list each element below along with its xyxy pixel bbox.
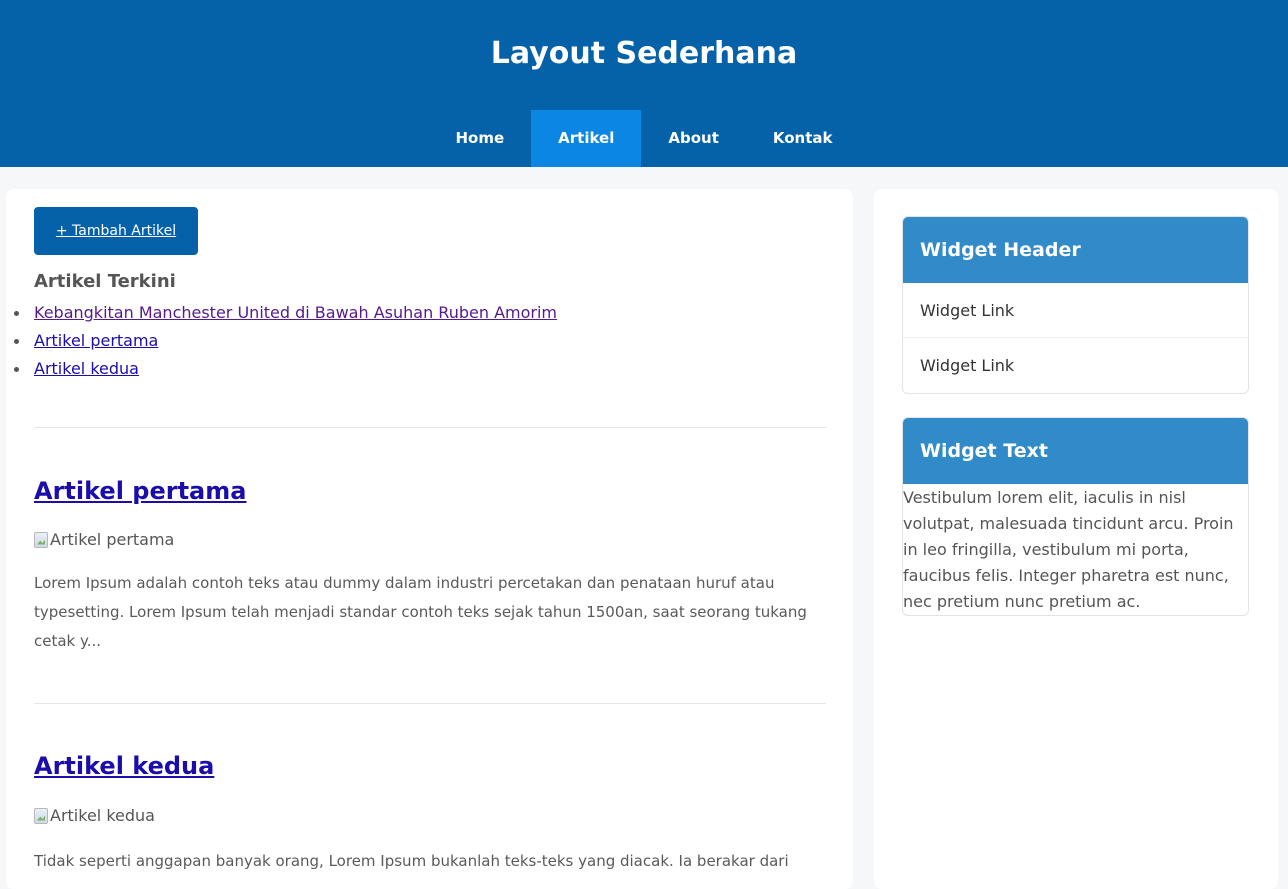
nav-kontak[interactable]: Kontak	[746, 110, 860, 167]
nav-about[interactable]: About	[641, 110, 746, 167]
article-excerpt: Lorem Ipsum adalah contoh teks atau dumm…	[34, 574, 807, 650]
article-excerpt: Tidak seperti anggapan banyak orang, Lor…	[34, 852, 789, 870]
article-image: Artikel kedua	[34, 806, 155, 825]
links-widget: Widget Header Widget Link Widget Link	[902, 216, 1249, 394]
widget-header: Widget Text	[903, 418, 1248, 484]
widget-link[interactable]: Widget Link	[903, 338, 1248, 393]
widget-text: Vestibulum lorem elit, iaculis in nisl v…	[903, 488, 1234, 611]
divider	[34, 703, 826, 704]
divider	[34, 427, 826, 428]
sidebar: Widget Header Widget Link Widget Link Wi…	[874, 189, 1278, 889]
image-alt-text: Artikel pertama	[50, 530, 175, 549]
recent-articles-list: Kebangkitan Manchester United di Bawah A…	[14, 299, 557, 383]
main-content: + Tambah Artikel Artikel Terkini Kebangk…	[6, 189, 853, 889]
widget-header: Widget Header	[903, 217, 1248, 283]
recent-article-link[interactable]: Artikel pertama	[34, 331, 158, 350]
article-title[interactable]: Artikel pertama	[34, 477, 246, 505]
site-header: Layout Sederhana Home Artikel About Kont…	[0, 0, 1288, 167]
site-title: Layout Sederhana	[490, 36, 798, 71]
nav-artikel[interactable]: Artikel	[531, 110, 642, 167]
broken-image-icon	[34, 531, 48, 548]
add-article-button[interactable]: + Tambah Artikel	[34, 207, 198, 255]
nav-home[interactable]: Home	[428, 110, 531, 167]
image-alt-text: Artikel kedua	[50, 806, 155, 825]
recent-article-link[interactable]: Kebangkitan Manchester United di Bawah A…	[34, 303, 557, 322]
widget-link[interactable]: Widget Link	[903, 283, 1248, 338]
article-title[interactable]: Artikel kedua	[34, 752, 214, 780]
main-nav: Home Artikel About Kontak	[0, 110, 1288, 167]
list-item: Artikel pertama	[14, 327, 557, 355]
recent-articles-title: Artikel Terkini	[34, 271, 176, 292]
broken-image-icon	[34, 807, 48, 824]
recent-article-link[interactable]: Artikel kedua	[34, 359, 139, 378]
article-image: Artikel pertama	[34, 530, 174, 549]
text-widget: Widget Text Vestibulum lorem elit, iacul…	[902, 417, 1249, 616]
list-item: Kebangkitan Manchester United di Bawah A…	[14, 299, 557, 327]
list-item: Artikel kedua	[14, 355, 557, 383]
